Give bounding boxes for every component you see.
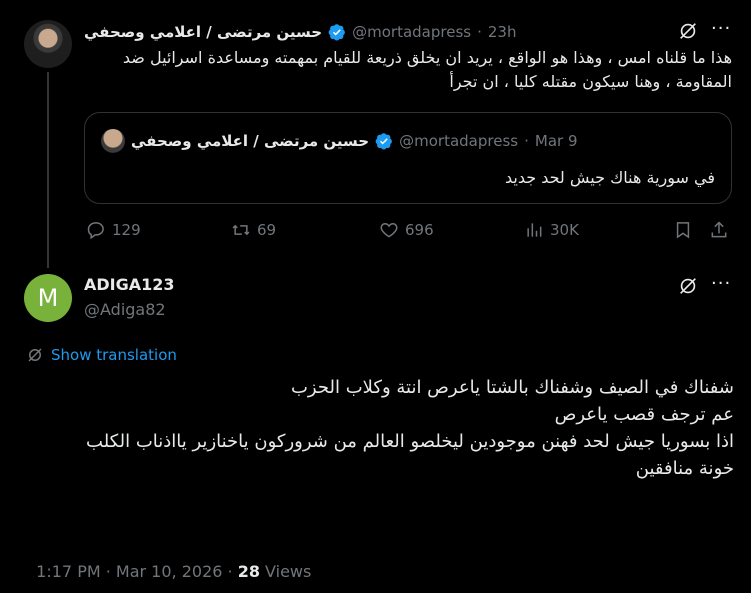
tweet-text: هذا ما قلناه امس ، وهذا هو الواقع ، يريد… xyxy=(122,48,732,91)
reply-count: 129 xyxy=(112,221,141,239)
reply-timestamp[interactable]: 1:17 PM · Mar 10, 2026 · xyxy=(36,562,238,581)
views-chart-icon xyxy=(527,223,542,237)
bookmark-icon xyxy=(676,222,690,239)
reply-more-options-icon[interactable]: ··· xyxy=(711,273,731,294)
reply-text: شفناك في الصيف وشفناك بالشتا ياعرص انتة … xyxy=(26,374,734,482)
share-icon xyxy=(711,221,727,238)
like-count: 696 xyxy=(405,221,434,239)
author-name[interactable]: حسين مرتضى / اعلامي وصحفي xyxy=(84,23,322,41)
heart-icon xyxy=(380,222,398,238)
like-button[interactable]: 696 xyxy=(379,220,434,240)
quote-verified-badge-icon xyxy=(375,133,392,150)
reply-author-name[interactable]: ADIGA123 xyxy=(84,275,175,294)
thread-connector xyxy=(47,72,49,268)
repost-button[interactable]: 69 xyxy=(231,220,276,240)
quoted-tweet[interactable]: حسين مرتضى / اعلامي وصحفي @mortadapress … xyxy=(84,112,732,204)
tweet-time[interactable]: 23h xyxy=(488,23,517,41)
verified-badge-icon xyxy=(328,24,345,41)
reply-text-line: اذا بسوريا جيش لحد فهنن موجودين ليخلصو ا… xyxy=(86,431,734,452)
reply-views-label: Views xyxy=(259,562,312,581)
grok-button[interactable] xyxy=(677,20,699,46)
avatar-letter: M xyxy=(37,284,59,312)
author-handle[interactable]: @mortadapress xyxy=(352,23,471,41)
author-avatar[interactable] xyxy=(24,20,72,68)
reply-author-avatar[interactable]: M xyxy=(24,274,72,322)
share-button[interactable] xyxy=(709,220,729,240)
repost-icon xyxy=(232,224,250,236)
reply-meta: 1:17 PM · Mar 10, 2026 · 28 Views xyxy=(26,543,311,581)
reply-text-line: شفناك في الصيف وشفناك بالشتا ياعرص انتة … xyxy=(290,377,734,398)
show-translation-button[interactable]: Show translation xyxy=(26,346,177,364)
reply-text-line: خونة منافقين xyxy=(635,458,734,479)
bookmark-button[interactable] xyxy=(673,220,693,240)
quote-author-name: حسين مرتضى / اعلامي وصحفي xyxy=(131,132,370,150)
reply-views-count: 28 xyxy=(237,562,260,581)
quote-date: Mar 9 xyxy=(534,132,578,150)
quote-handle: @mortadapress xyxy=(399,132,519,150)
tweet-header: حسين مرتضى / اعلامي وصحفي @mortadapress … xyxy=(84,20,644,44)
grok-icon xyxy=(680,23,696,39)
quote-author-avatar xyxy=(101,129,125,153)
translate-icon xyxy=(28,348,42,362)
quote-text: في سورية هناك جيش لحد جديد xyxy=(504,168,715,187)
reply-text-line: عم ترجف قصب ياعرص xyxy=(554,404,734,425)
reply-icon xyxy=(87,222,104,240)
quote-separator: · xyxy=(524,132,529,150)
reply-grok-button[interactable] xyxy=(677,275,699,301)
reply-author-handle[interactable]: @Adiga82 xyxy=(84,300,166,319)
repost-count: 69 xyxy=(257,221,277,239)
more-options-icon[interactable]: ··· xyxy=(711,18,731,39)
header-separator: · xyxy=(477,23,482,41)
reply-button[interactable]: 129 xyxy=(86,220,141,240)
views-button[interactable]: 30K xyxy=(524,220,579,240)
show-translation-label: Show translation xyxy=(51,346,177,364)
grok-icon xyxy=(680,278,696,294)
view-count: 30K xyxy=(550,221,579,239)
